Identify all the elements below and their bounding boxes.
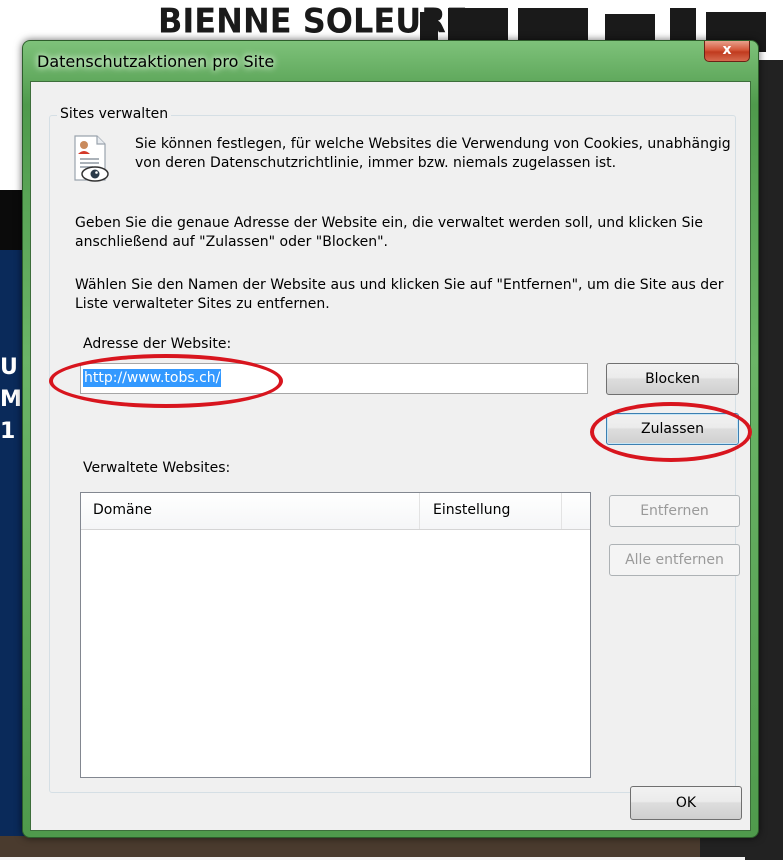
annotation-ellipse-address <box>49 354 283 408</box>
remove-instruction-text: Wählen Sie den Namen der Website aus und… <box>75 277 724 312</box>
managed-sites-label: Verwaltete Websites: <box>83 460 231 476</box>
close-icon: x <box>722 42 732 58</box>
column-divider[interactable] <box>561 493 562 529</box>
block-button[interactable]: Blocken <box>606 363 739 395</box>
column-divider[interactable] <box>419 493 420 529</box>
list-header: Domäne Einstellung <box>81 493 590 530</box>
close-button[interactable]: x <box>704 41 750 62</box>
window-title: Datenschutzaktionen pro Site <box>37 52 275 71</box>
privacy-document-icon <box>74 135 109 182</box>
add-instruction-text: Geben Sie die genaue Adresse der Website… <box>75 215 704 250</box>
annotation-ellipse-allow <box>590 402 752 462</box>
column-header-setting[interactable]: Einstellung <box>433 502 510 518</box>
address-label: Adresse der Website: <box>83 336 232 352</box>
managed-sites-list[interactable]: Domäne Einstellung <box>80 492 591 778</box>
column-header-domain[interactable]: Domäne <box>93 502 152 518</box>
intro-text: Sie können festlegen, für welche Website… <box>135 136 731 171</box>
ok-button[interactable]: OK <box>630 786 742 820</box>
remove-all-button[interactable]: Alle entfernen <box>609 544 740 576</box>
group-legend: Sites verwalten <box>57 106 172 122</box>
title-bar[interactable]: Datenschutzaktionen pro Site x <box>23 41 758 81</box>
background-bottom <box>0 836 783 857</box>
remove-button[interactable]: Entfernen <box>609 495 740 527</box>
